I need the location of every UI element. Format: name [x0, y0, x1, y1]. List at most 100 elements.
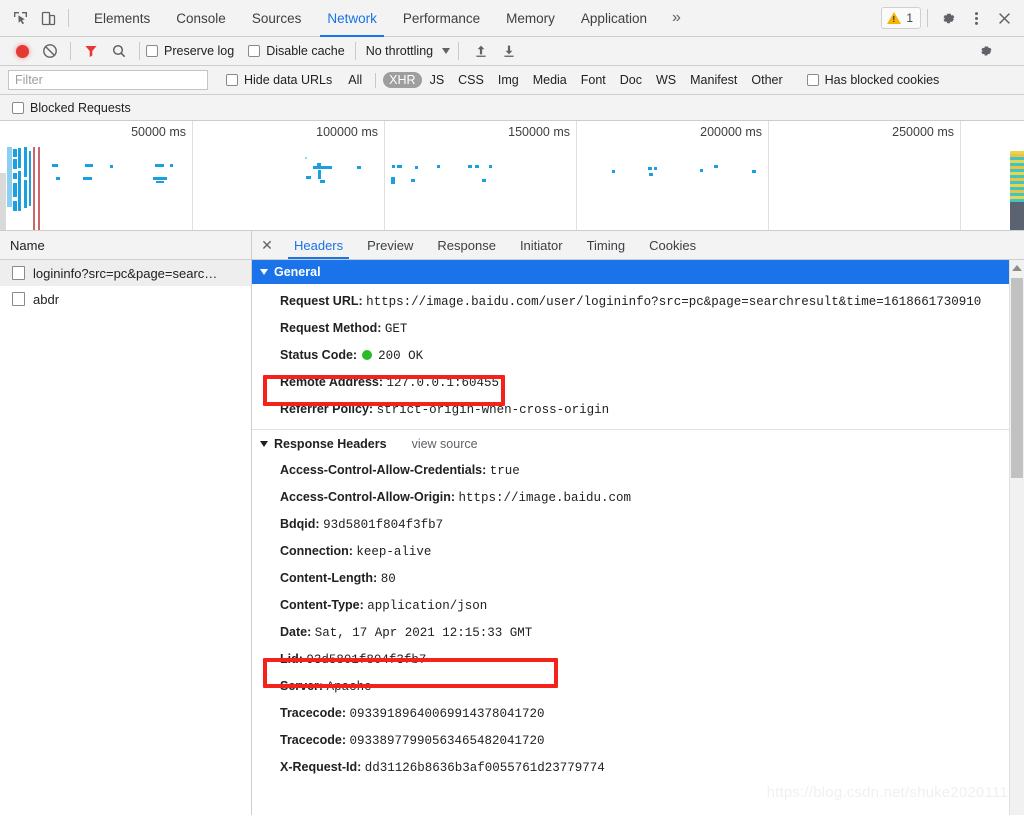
network-filter-bar: Hide data URLs All XHR JS CSS Img Media …	[0, 66, 1024, 95]
header-value: application/json	[367, 599, 488, 613]
network-lower-split: Name logininfo?src=pc&page=searc… abdr ✕…	[0, 231, 1024, 815]
detail-scrollbar[interactable]	[1009, 260, 1024, 815]
tab-elements-label: Elements	[94, 10, 151, 26]
control-divider-3	[354, 42, 356, 60]
tab-console-label: Console	[176, 10, 226, 26]
tab-network[interactable]: Network	[314, 0, 390, 37]
header-key: Bdqid:	[280, 517, 320, 531]
header-row-date: Date: Sat, 17 Apr 2021 12:15:33 GMT	[252, 619, 1009, 646]
filter-type-font[interactable]: Font	[575, 72, 612, 88]
filter-icon[interactable]	[77, 37, 105, 65]
preserve-log-checkbox[interactable]: Preserve log	[146, 44, 234, 58]
status-ok-icon	[361, 350, 372, 360]
disable-cache-checkbox[interactable]: Disable cache	[248, 44, 345, 58]
kebab-menu-icon[interactable]	[962, 4, 990, 32]
overview-bars	[0, 147, 1024, 230]
device-toolbar-icon[interactable]	[34, 4, 62, 32]
inspect-element-icon[interactable]	[6, 4, 34, 32]
close-icon[interactable]	[990, 4, 1018, 32]
network-overview[interactable]: 50000 ms 100000 ms 150000 ms 200000 ms 2…	[0, 121, 1024, 231]
tab-sources[interactable]: Sources	[239, 0, 315, 37]
filter-type-doc[interactable]: Doc	[614, 72, 648, 88]
devtools-tabbar: Elements Console Sources Network Perform…	[0, 0, 1024, 37]
detail-close-icon[interactable]: ✕	[252, 231, 282, 259]
header-key: Content-Length:	[280, 571, 378, 585]
disable-cache-label: Disable cache	[266, 44, 345, 58]
filter-type-other[interactable]: Other	[745, 72, 788, 88]
record-button[interactable]	[8, 37, 36, 65]
timeline-tick-1-label: 50000 ms	[131, 125, 186, 139]
tab-preview[interactable]: Preview	[355, 231, 425, 259]
export-har-icon[interactable]	[495, 37, 523, 65]
table-row[interactable]: abdr	[0, 286, 251, 312]
has-blocked-cookies-checkbox[interactable]: Has blocked cookies	[806, 73, 939, 87]
tab-console[interactable]: Console	[163, 0, 239, 37]
scroll-up-icon[interactable]	[1012, 265, 1022, 271]
header-row-connection: Connection: keep-alive	[252, 538, 1009, 565]
gear-icon[interactable]	[934, 4, 962, 32]
header-key: Access-Control-Allow-Origin:	[280, 490, 456, 504]
header-key: Referrer Policy:	[280, 402, 374, 416]
import-har-icon[interactable]	[467, 37, 495, 65]
tab-elements[interactable]: Elements	[81, 0, 163, 37]
throttling-value: No throttling	[365, 44, 434, 58]
filter-input[interactable]	[8, 70, 208, 90]
overview-dom-marker	[33, 147, 35, 230]
document-icon	[12, 266, 25, 280]
column-header-name: Name	[10, 237, 45, 253]
blocked-requests-checkbox[interactable]: Blocked Requests	[12, 101, 131, 115]
request-name: abdr	[33, 291, 60, 307]
tab-preview-label: Preview	[367, 237, 414, 253]
tab-timing[interactable]: Timing	[575, 231, 638, 259]
tabbar-actions: 1	[881, 4, 1024, 32]
tab-cookies[interactable]: Cookies	[637, 231, 708, 259]
network-settings-gear-icon[interactable]	[972, 37, 1000, 65]
header-row-lid: Lid: 93d5801f804f3fb7	[252, 646, 1009, 673]
overview-load-marker	[38, 147, 40, 230]
filter-type-ws[interactable]: WS	[650, 72, 682, 88]
scrollbar-thumb[interactable]	[1011, 278, 1023, 478]
filter-type-xhr[interactable]: XHR	[383, 72, 422, 88]
chevron-down-icon	[442, 48, 451, 54]
filter-type-media[interactable]: Media	[527, 72, 573, 88]
filter-type-img[interactable]: Img	[492, 72, 525, 88]
record-icon	[15, 44, 29, 58]
tab-initiator[interactable]: Initiator	[508, 231, 575, 259]
request-list-header[interactable]: Name	[0, 231, 251, 260]
search-icon[interactable]	[105, 37, 133, 65]
filter-type-js[interactable]: JS	[424, 72, 451, 88]
warning-badge[interactable]: 1	[881, 7, 921, 29]
clear-button[interactable]	[36, 37, 64, 65]
section-general-title: General	[274, 265, 321, 279]
filter-type-manifest[interactable]: Manifest	[684, 72, 743, 88]
section-general-header[interactable]: General	[252, 260, 1009, 284]
throttling-select[interactable]: No throttling	[365, 44, 451, 58]
filter-type-all-label: All	[348, 73, 363, 87]
hide-data-urls-checkbox[interactable]: Hide data URLs	[226, 73, 332, 87]
filter-type-other-label: Other	[751, 73, 783, 87]
tab-headers[interactable]: Headers	[282, 231, 355, 259]
warning-count: 1	[906, 11, 913, 25]
table-row[interactable]: logininfo?src=pc&page=searc…	[0, 260, 251, 286]
blocked-requests-label: Blocked Requests	[30, 100, 131, 115]
filter-type-css[interactable]: CSS	[452, 72, 490, 88]
preserve-log-box	[146, 45, 158, 57]
tab-response[interactable]: Response	[425, 231, 508, 259]
header-key: Content-Type:	[280, 598, 364, 612]
header-value: 09338977990563465482041720	[349, 734, 545, 748]
header-value: 200 OK	[378, 349, 424, 363]
timeline-tick-2-label: 100000 ms	[316, 125, 378, 139]
more-tabs-icon[interactable]: »	[660, 0, 693, 37]
tab-performance[interactable]: Performance	[390, 0, 493, 37]
header-row-request-method: Request Method: GET	[252, 315, 1009, 342]
tab-memory[interactable]: Memory	[493, 0, 568, 37]
header-key: Lid:	[280, 652, 303, 666]
headers-body: General Request URL: https://image.baidu…	[252, 260, 1024, 815]
header-value: true	[489, 464, 520, 478]
overview-minimap[interactable]	[1010, 151, 1024, 230]
filter-type-all[interactable]: All	[342, 72, 368, 88]
tab-application[interactable]: Application	[568, 0, 660, 37]
section-response-headers-header[interactable]: Response Headers view source	[252, 429, 1009, 457]
view-source-link[interactable]: view source	[412, 437, 478, 451]
document-icon	[12, 292, 25, 306]
